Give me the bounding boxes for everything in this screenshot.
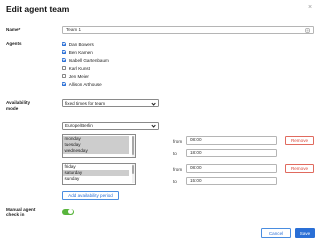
agent-name: Ben Kamen [68, 49, 93, 55]
scrollbar-thumb[interactable] [131, 164, 135, 174]
agent-name: Isabell Gartenbaum [68, 57, 109, 63]
from-time-input[interactable]: 08:00 [186, 136, 277, 145]
toggle-knob [68, 209, 74, 215]
agents-list: Dan Bowers Ben Kamen Isabell Gartenbaum … [62, 40, 182, 88]
remove-period-button[interactable]: Remove [285, 136, 314, 145]
to-time-value: 15:00 [190, 177, 202, 183]
name-input[interactable]: Team 1 [62, 25, 314, 35]
from-time-value: 08:00 [190, 165, 202, 170]
cancel-button[interactable]: Cancel [261, 228, 291, 238]
agent-name: Allison Arthouse [68, 81, 102, 87]
agent-item[interactable]: Dan Bowers [62, 40, 182, 48]
agent-item[interactable]: Jen Meier [62, 72, 182, 80]
agent-item[interactable]: Ben Kamen [62, 48, 182, 56]
availability-mode-select[interactable]: fixed times for team [62, 99, 159, 107]
manual-checkin-toggle[interactable] [62, 208, 74, 215]
from-label: from [173, 139, 183, 144]
availability-mode-label: Availability mode [6, 100, 30, 111]
checkbox-checked[interactable] [62, 81, 67, 87]
name-label: Name* [6, 27, 21, 32]
to-label: to [173, 179, 177, 184]
days-listbox[interactable]: monday tuesday wednesday [62, 134, 136, 158]
agents-label: Agents [6, 41, 22, 46]
name-input-value: Team 1 [66, 26, 82, 32]
agent-name: Dan Bowers [68, 41, 94, 47]
to-time-value: 18:00 [190, 149, 202, 155]
scrollbar[interactable] [131, 164, 135, 183]
scrollbar-thumb[interactable] [131, 136, 135, 156]
day-option[interactable]: wednesday [63, 147, 129, 154]
to-time-input[interactable]: 15:00 [186, 176, 277, 185]
checkbox-checked[interactable] [62, 49, 67, 55]
chevron-down-icon [151, 123, 156, 129]
availability-mode-value: fixed times for team [65, 100, 106, 106]
remove-period-button[interactable]: Remove [285, 164, 314, 173]
save-button[interactable]: Save [295, 228, 315, 238]
agent-item[interactable]: Allison Arthouse [62, 80, 182, 88]
close-icon[interactable]: × [308, 4, 312, 11]
manual-checkin-label: Manual agent check in [6, 207, 35, 218]
day-option[interactable]: sunday [63, 176, 129, 182]
chevron-down-icon [151, 101, 156, 106]
agent-item[interactable]: Isabell Gartenbaum [62, 56, 182, 64]
days-listbox[interactable]: friday saturday sunday [62, 162, 136, 185]
checkbox-unchecked[interactable] [62, 65, 67, 71]
id-card-icon [305, 28, 310, 35]
availability-label-line2: mode [6, 105, 19, 111]
timezone-value: Europe/Berlin [65, 123, 93, 128]
agent-name: Jen Meier [68, 73, 89, 79]
add-availability-period-button[interactable]: Add availability period [62, 190, 119, 200]
agent-item[interactable]: Karl Kunst [62, 64, 182, 72]
checkbox-checked[interactable] [62, 57, 67, 63]
scrollbar[interactable] [131, 135, 135, 157]
to-time-input[interactable]: 18:00 [186, 148, 277, 157]
from-time-input[interactable]: 08:00 [186, 164, 277, 173]
to-label: to [173, 151, 177, 156]
agent-name: Karl Kunst [68, 65, 90, 71]
from-time-value: 08:00 [190, 137, 202, 142]
checkbox-unchecked[interactable] [62, 73, 67, 79]
timezone-select[interactable]: Europe/Berlin [62, 121, 159, 130]
from-label: from [173, 167, 183, 172]
checkbox-checked[interactable] [62, 41, 67, 47]
manual-checkin-label-line2: check in [6, 212, 25, 218]
dialog-title: Edit agent team [6, 4, 70, 14]
availability-label-line1: Availability [6, 100, 31, 105]
